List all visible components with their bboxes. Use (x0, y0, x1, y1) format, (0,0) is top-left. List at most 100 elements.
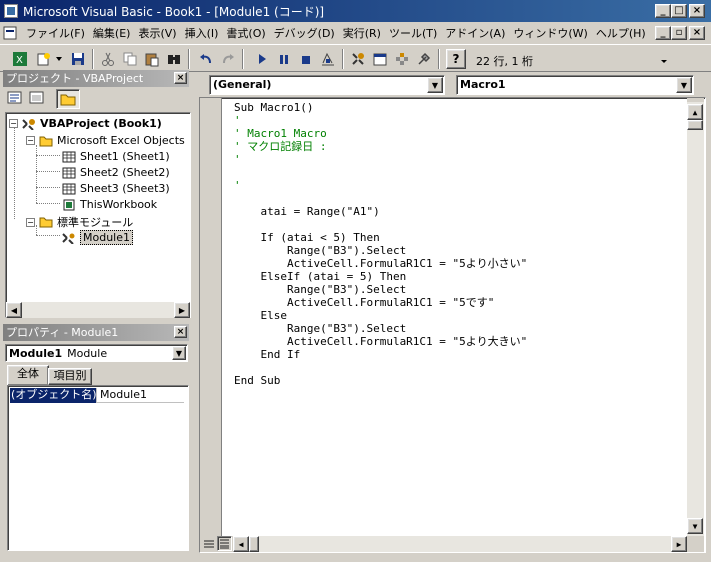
toolbox-icon[interactable] (414, 49, 434, 69)
code-line[interactable]: ' (234, 179, 241, 192)
scroll-left-icon[interactable]: ◀ (6, 302, 22, 318)
code-line[interactable]: Else (234, 309, 287, 322)
undo-icon[interactable] (196, 49, 216, 69)
collapse-icon[interactable]: − (26, 136, 35, 145)
menu-item-0[interactable]: ファイル(F) (22, 25, 89, 41)
menu-item-10[interactable]: ヘルプ(H) (592, 25, 650, 41)
code-line[interactable]: ElseIf (atai = 5) Then (234, 270, 406, 283)
object-type: Module (67, 346, 108, 360)
object-combo[interactable]: (General) ▼ (209, 75, 445, 95)
menu-item-9[interactable]: ウィンドウ(W) (509, 25, 591, 41)
menu-item-8[interactable]: アドイン(A) (441, 25, 509, 41)
workbook-icon (62, 199, 76, 211)
view-excel-icon[interactable]: X (10, 49, 30, 69)
procedure-combo[interactable]: Macro1 ▼ (456, 75, 694, 95)
tree-node-sheet2[interactable]: Sheet2 (Sheet2) (62, 166, 170, 179)
object-selector[interactable]: Module1 Module ▼ (5, 344, 188, 362)
properties-pane-close-button[interactable]: × (174, 326, 187, 338)
paste-icon[interactable] (142, 49, 162, 69)
menu-item-2[interactable]: 表示(V) (134, 25, 180, 41)
property-name[interactable]: (オブジェクト名) (10, 388, 96, 403)
procedure-view-icon[interactable] (202, 537, 216, 551)
design-mode-icon[interactable] (318, 49, 338, 69)
scroll-thumb[interactable] (687, 120, 703, 130)
close-button[interactable]: × (689, 4, 705, 18)
tree-node-root[interactable]: − VBAProject (Book1) (9, 117, 162, 131)
hscroll-thumb[interactable] (249, 536, 259, 552)
menu-item-1[interactable]: 編集(E) (89, 25, 135, 41)
project-pane-close-button[interactable]: × (174, 72, 187, 84)
find-icon[interactable] (164, 49, 184, 69)
menu-item-6[interactable]: 実行(R) (339, 25, 385, 41)
object-dropdown-icon[interactable]: ▼ (172, 346, 186, 360)
scroll-up-icon[interactable]: ▲ (687, 104, 703, 120)
menu-item-3[interactable]: 挿入(I) (181, 25, 223, 41)
menu-item-4[interactable]: 書式(O) (222, 25, 269, 41)
toolbar-options-arrow-icon[interactable] (660, 55, 668, 68)
code-line[interactable]: Sub Macro1() (234, 101, 313, 114)
full-module-view-icon[interactable] (217, 536, 232, 551)
tree-node-sheet1[interactable]: Sheet1 (Sheet1) (62, 150, 170, 163)
menu-item-5[interactable]: デバッグ(D) (270, 25, 339, 41)
collapse-icon[interactable]: − (9, 119, 18, 128)
code-line[interactable]: Range("B3").Select (234, 322, 406, 335)
code-line[interactable]: ActiveCell.FormulaR1C1 = "5です" (234, 296, 494, 309)
code-line[interactable]: End If (234, 348, 300, 361)
view-code-icon[interactable] (6, 90, 26, 108)
scroll-down-icon[interactable]: ▼ (687, 518, 703, 534)
doc-restore-button[interactable]: ▫ (671, 26, 687, 40)
project-hscrollbar[interactable]: ◀ ▶ (6, 302, 190, 318)
object-combo-dropdown-icon[interactable]: ▼ (427, 77, 443, 93)
procedure-combo-dropdown-icon[interactable]: ▼ (676, 77, 692, 93)
save-icon[interactable] (68, 49, 88, 69)
doc-close-button[interactable]: × (689, 26, 705, 40)
cut-icon[interactable] (98, 49, 118, 69)
tree-node-thisworkbook[interactable]: ThisWorkbook (62, 198, 157, 211)
insert-module-icon[interactable] (34, 49, 54, 69)
code-line[interactable]: ' マクロ記録日 : (234, 140, 327, 153)
code-editor[interactable]: Sub Macro1() ' ' Macro1 Macro ' マクロ記録日 : ' ' … (199, 97, 706, 553)
code-text[interactable]: Sub Macro1() ' ' Macro1 Macro ' マクロ記録日 : ' ' … (200, 101, 680, 531)
code-line[interactable]: ' Macro1 Macro (234, 127, 327, 140)
code-line[interactable]: Range("B3").Select (234, 283, 406, 296)
doc-minimize-button[interactable]: _ (655, 26, 671, 40)
run-icon[interactable] (252, 49, 272, 69)
tree-node-excel-objects[interactable]: − Microsoft Excel Objects (26, 134, 185, 147)
scroll-right-icon[interactable]: ▶ (174, 302, 190, 318)
code-line[interactable]: ' (234, 114, 241, 127)
reset-icon[interactable] (296, 49, 316, 69)
help-icon[interactable]: ? (446, 49, 466, 69)
tree-node-module1[interactable]: Module1 (62, 230, 133, 245)
dropdown-arrow-icon[interactable] (54, 49, 64, 69)
redo-icon[interactable] (218, 49, 238, 69)
object-browser-icon[interactable] (392, 49, 412, 69)
sheet-icon (62, 183, 76, 195)
tree-node-modules[interactable]: − 標準モジュール (26, 214, 133, 230)
tab-alphabetic[interactable]: 全体 (7, 365, 49, 385)
copy-icon[interactable] (120, 49, 140, 69)
properties-window-icon[interactable] (370, 49, 390, 69)
pause-icon[interactable] (274, 49, 294, 69)
code-line[interactable]: ' (234, 153, 241, 166)
menu-item-7[interactable]: ツール(T) (385, 25, 441, 41)
project-explorer-icon[interactable] (348, 49, 368, 69)
toggle-folders-icon[interactable] (56, 89, 80, 109)
module1-label: Module1 (80, 230, 133, 245)
code-hscrollbar[interactable]: ◀ ▶ (233, 536, 687, 552)
collapse-icon[interactable]: − (26, 217, 35, 227)
code-line[interactable]: ActiveCell.FormulaR1C1 = "5より小さい" (234, 257, 527, 270)
code-line[interactable]: Range("B3").Select (234, 244, 406, 257)
code-line[interactable]: If (atai < 5) Then (234, 231, 379, 244)
scroll-right-icon[interactable]: ▶ (671, 536, 687, 552)
maximize-button[interactable]: □ (671, 4, 687, 18)
tree-node-sheet3[interactable]: Sheet3 (Sheet3) (62, 182, 170, 195)
scroll-left-icon[interactable]: ◀ (233, 536, 249, 552)
code-line[interactable]: ActiveCell.FormulaR1C1 = "5より大きい" (234, 335, 527, 348)
code-line[interactable]: atai = Range("A1") (234, 205, 379, 218)
minimize-button[interactable]: _ (655, 4, 671, 18)
code-vscrollbar[interactable]: ▲ ▼ (687, 98, 704, 536)
code-line[interactable]: End Sub (234, 374, 280, 387)
view-object-icon[interactable] (28, 90, 48, 108)
property-value[interactable]: Module1 (96, 388, 184, 403)
tab-categorized[interactable]: 項目別 (48, 368, 92, 385)
